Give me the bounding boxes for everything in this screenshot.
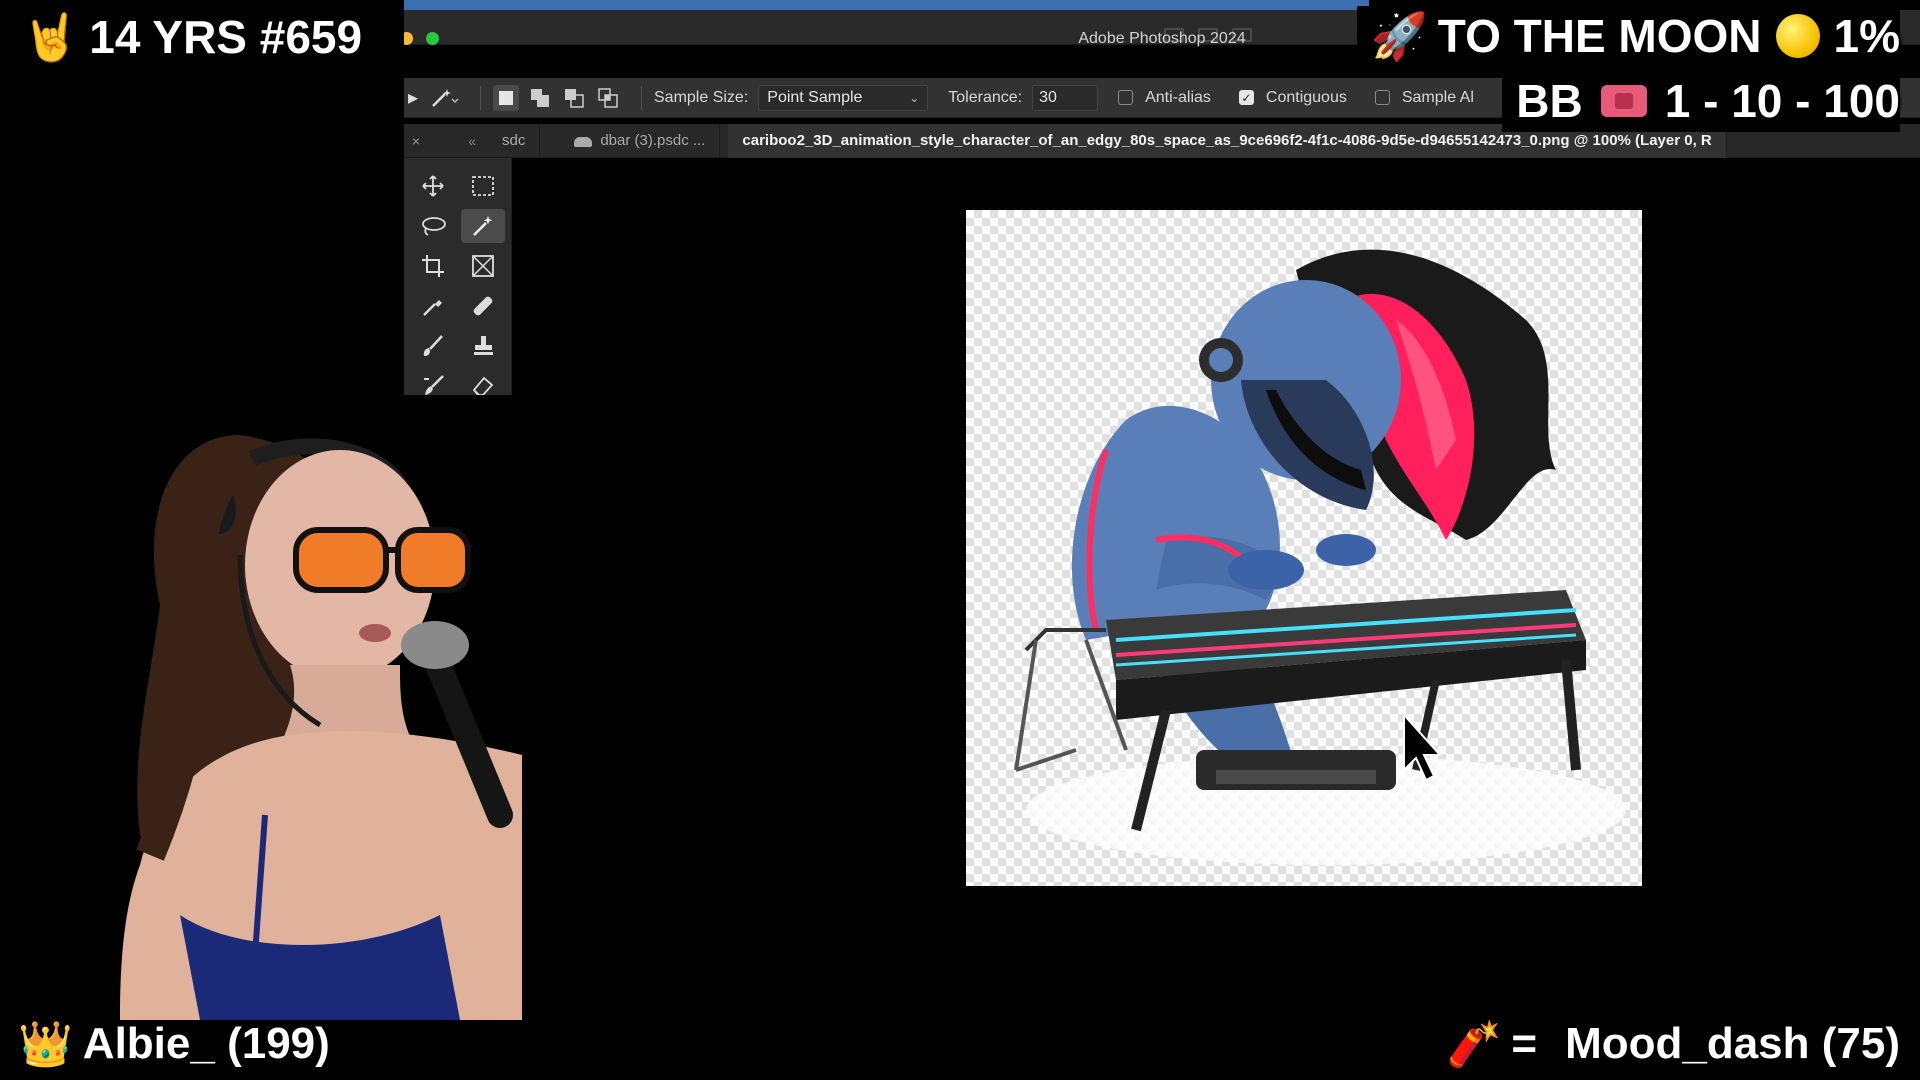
contiguous-label: Contiguous [1265,88,1347,106]
overlay-bottom-right: 🧨 = Mood_dash (75) [1447,1014,1900,1074]
goal-text: TO THE MOON [1437,10,1762,62]
tab-dbar[interactable]: dbar (3).psdc ... [540,123,721,158]
tab-label: dbar (3).psdc ... [600,132,706,149]
magic-wand-preset-icon[interactable] [422,83,468,113]
frame-icon[interactable] [458,246,508,286]
sample-all-layers-label: Sample Al [1401,88,1474,106]
tool-arrow-icon[interactable]: ▸ [404,83,422,113]
anti-alias-label: Anti-alias [1145,88,1211,106]
subtract-selection-icon[interactable] [561,85,587,111]
crop-icon[interactable] [408,246,458,286]
equals-sign: = [1511,1019,1538,1068]
ticket-icon [1600,85,1647,117]
bb-values: 1 - 10 - 100 [1664,75,1900,127]
rock-hand-icon: 🤘 [22,10,80,63]
new-selection-icon[interactable] [493,84,519,111]
contiguous-checkbox[interactable]: ✓ [1238,90,1254,105]
anniversary-text: 14 YRS #659 [89,11,363,63]
add-selection-icon[interactable] [527,85,553,111]
close-icon[interactable]: × [404,133,428,149]
overlay-top-right-bb: BB 1 - 10 - 100 [1502,70,1900,132]
sample-all-layers-checkbox[interactable] [1374,90,1390,105]
collapse-panel-icon[interactable]: « [428,133,488,149]
cloud-icon [574,136,593,147]
crown-icon: 👑 [18,1020,73,1069]
intersect-selection-icon[interactable] [595,85,621,111]
eyedropper-icon[interactable] [408,286,458,326]
tab-label: cariboo2_3D_animation_style_character_of… [742,132,1712,149]
goal-percent: 1% [1833,10,1900,62]
chevron-down-icon: ⌄ [909,90,920,105]
clone-stamp-icon[interactable] [458,326,508,366]
sample-size-value: Point Sample [767,88,863,106]
astronaut-artwork [1014,249,1626,865]
lasso-icon[interactable] [408,206,458,246]
magic-wand-icon[interactable] [461,209,505,243]
document-canvas[interactable] [966,210,1642,886]
photoshop-window: Adobe Photoshop 2024 ▸ Sample Size: Poin… [404,0,1920,1080]
tolerance-field[interactable]: 30 [1032,84,1099,111]
overlay-bottom-left: 👑 Albie_ (199) [18,1014,330,1074]
anti-alias-checkbox[interactable] [1118,90,1134,105]
canvas-area[interactable] [512,158,1920,1080]
bb-prefix: BB [1516,75,1583,127]
move-icon[interactable] [408,166,458,206]
sample-size-select[interactable]: Point Sample ⌄ [758,84,929,111]
tab-sdc[interactable]: sdc [488,123,541,158]
webcam-feed [0,395,522,1020]
dynamite-icon: 🧨 [1446,1020,1502,1069]
moon-icon [1775,14,1820,58]
browser-strip [404,0,1369,10]
overlay-top-right-goal: 🚀 TO THE MOON 1% [1356,6,1900,66]
overlay-top-left: 🤘 14 YRS #659 [22,8,381,66]
top-supporter-text: Albie_ (199) [82,1019,330,1068]
tab-label: sdc [502,132,526,149]
sample-size-label: Sample Size: [654,88,749,106]
pedals-shape [1196,750,1396,790]
healing-brush-icon[interactable] [458,286,508,326]
brush-icon[interactable] [408,326,458,366]
tolerance-label: Tolerance: [948,88,1023,106]
mood-text: Mood_dash (75) [1565,1019,1900,1068]
streamer-image [0,395,522,1020]
marquee-icon[interactable] [458,166,508,206]
rocket-icon: 🚀 [1370,9,1428,62]
